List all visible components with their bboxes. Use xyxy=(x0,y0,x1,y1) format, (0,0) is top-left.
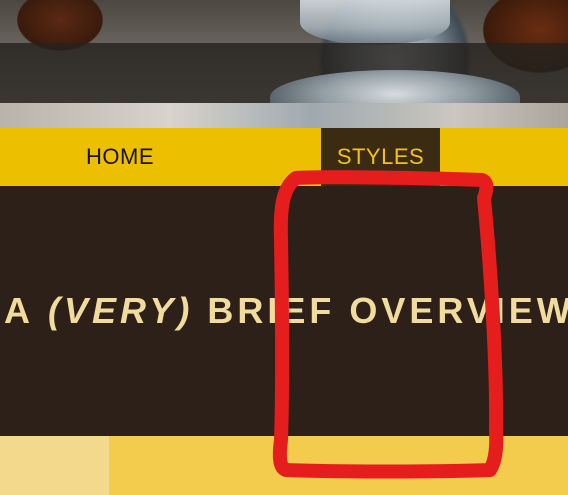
color-swatch-light xyxy=(0,436,109,495)
hero-photo xyxy=(0,0,568,128)
overview-heading: A (VERY) BRIEF OVERVIEW xyxy=(0,186,568,436)
color-swatch-gold xyxy=(109,436,568,495)
heading-prefix: A xyxy=(4,290,34,331)
nav-home-link[interactable]: HOME xyxy=(60,128,180,186)
heading-emphasis: (VERY) xyxy=(48,290,194,331)
heading-suffix: BRIEF OVERVIEW xyxy=(207,290,568,331)
main-nav: HOME STYLES xyxy=(0,128,568,186)
table-surface xyxy=(0,103,568,128)
overview-section: A (VERY) BRIEF OVERVIEW xyxy=(0,186,568,436)
glass-rim xyxy=(300,0,450,45)
nav-styles-link[interactable]: STYLES xyxy=(321,128,440,186)
